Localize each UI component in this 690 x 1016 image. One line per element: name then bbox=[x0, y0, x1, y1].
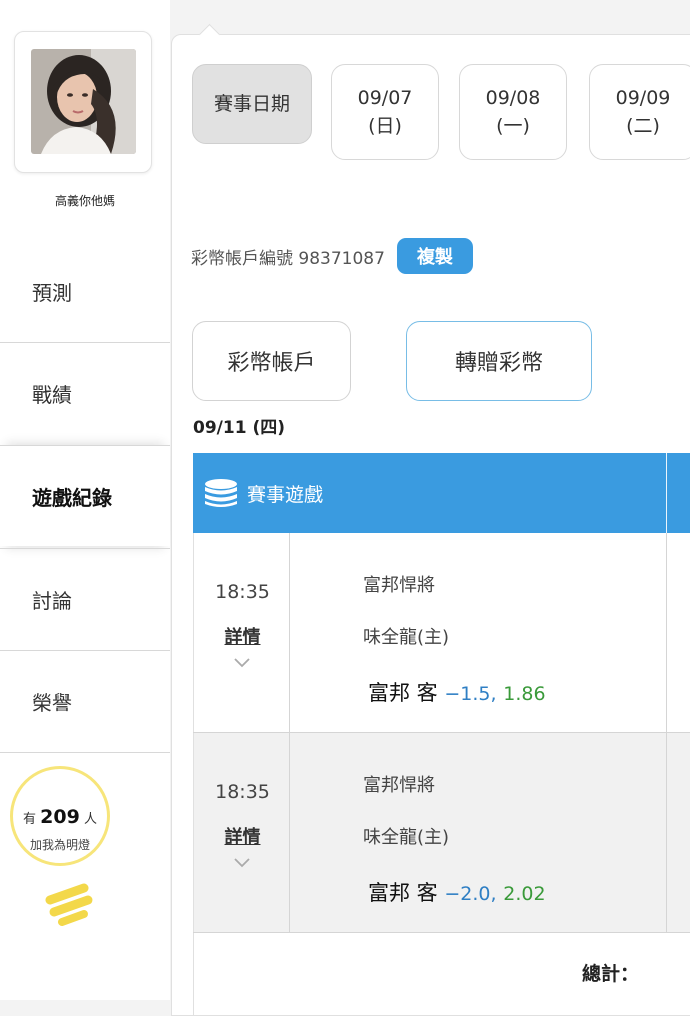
nav-item-honor[interactable]: 榮譽 bbox=[0, 650, 170, 751]
handicap-line: −1.5, bbox=[444, 683, 497, 705]
home-team: 味全龍(主) bbox=[363, 827, 450, 848]
pick-label: 富邦 客 bbox=[368, 681, 438, 705]
chevron-down-icon[interactable] bbox=[233, 857, 251, 869]
sidebar: 高義你他媽 預測 戰績 遊戲紀錄 討論 榮譽 有 209 人 加我為明燈 bbox=[0, 0, 170, 1000]
table-header: 賽事遊戲 bbox=[193, 453, 690, 533]
fans-suffix: 人 bbox=[83, 812, 97, 827]
date-weekday: (日) bbox=[368, 115, 402, 137]
date-weekday: (二) bbox=[626, 115, 660, 137]
day-label: 09/11 (四) bbox=[193, 418, 285, 438]
fans-number: 209 bbox=[40, 806, 80, 828]
date-weekday: (一) bbox=[496, 115, 530, 137]
odds-value: 1.86 bbox=[503, 683, 546, 705]
copy-button[interactable]: 複製 bbox=[396, 238, 473, 274]
away-team: 富邦悍將 bbox=[363, 575, 435, 596]
main-panel: 賽事日期 09/07 (日) 09/08 (一) 09/09 (二) 彩幣帳戶編… bbox=[171, 23, 690, 1016]
table-header-label: 賽事遊戲 bbox=[247, 483, 324, 506]
total-label: 總計： bbox=[582, 963, 640, 985]
profile-photo-icon bbox=[31, 49, 136, 154]
total-row: 總計： bbox=[193, 933, 690, 1015]
date-value: 09/09 bbox=[615, 87, 671, 109]
game-time: 18:35 bbox=[215, 581, 270, 603]
tab-coin-account[interactable]: 彩幣帳戶 bbox=[192, 321, 351, 401]
avatar[interactable] bbox=[31, 49, 136, 154]
time-cell: 18:35 詳情 bbox=[193, 533, 290, 732]
lightbulb-base-icon bbox=[45, 883, 93, 926]
follow-widget[interactable]: 有 209 人 加我為明燈 bbox=[0, 760, 170, 940]
coins-stack-icon bbox=[205, 479, 237, 507]
handicap-line: −2.0, bbox=[444, 883, 497, 905]
nav-item-record[interactable]: 戰績 bbox=[0, 342, 170, 443]
nav-item-predict[interactable]: 預測 bbox=[0, 241, 170, 342]
bet-pick: 富邦 客 −2.0, 2.02 bbox=[368, 877, 546, 907]
date-value: 09/08 bbox=[485, 87, 541, 109]
date-option-0908[interactable]: 09/08 (一) bbox=[459, 64, 567, 160]
date-value: 09/07 bbox=[357, 87, 413, 109]
column-divider bbox=[666, 533, 667, 732]
table-row: 18:35 詳情 富邦悍將 味全龍(主) 富邦 客 −1.5, 1.86 bbox=[193, 533, 690, 733]
game-time: 18:35 bbox=[215, 781, 270, 803]
nav-divider bbox=[0, 752, 170, 753]
column-divider bbox=[666, 733, 667, 932]
table-row: 18:35 詳情 富邦悍將 味全龍(主) 富邦 客 −2.0, 2.02 bbox=[193, 733, 690, 933]
date-option-0907[interactable]: 09/07 (日) bbox=[331, 64, 439, 160]
nav-item-discuss[interactable]: 討論 bbox=[0, 548, 170, 649]
tab-transfer-coins[interactable]: 轉贈彩幣 bbox=[406, 321, 592, 401]
details-link[interactable]: 詳情 bbox=[194, 823, 291, 849]
account-number-row: 彩幣帳戶編號 98371087 複製 bbox=[191, 238, 473, 274]
fans-prefix: 有 bbox=[23, 812, 37, 827]
account-number: 彩幣帳戶編號 98371087 bbox=[191, 248, 385, 269]
date-filter-label-text: 賽事日期 bbox=[213, 93, 290, 115]
time-cell: 18:35 詳情 bbox=[193, 733, 290, 932]
nav-item-game-log[interactable]: 遊戲紀錄 bbox=[0, 445, 170, 546]
chevron-down-icon[interactable] bbox=[233, 657, 251, 669]
bet-pick: 富邦 客 −1.5, 1.86 bbox=[368, 677, 546, 707]
away-team: 富邦悍將 bbox=[363, 775, 435, 796]
header-divider bbox=[666, 453, 667, 533]
pick-label: 富邦 客 bbox=[368, 881, 438, 905]
date-filter-label: 賽事日期 bbox=[192, 64, 312, 144]
date-option-0909[interactable]: 09/09 (二) bbox=[589, 64, 690, 160]
home-team: 味全龍(主) bbox=[363, 627, 450, 648]
avatar-card[interactable] bbox=[14, 31, 152, 173]
username[interactable]: 高義你他媽 bbox=[0, 192, 170, 209]
details-link[interactable]: 詳情 bbox=[194, 623, 291, 649]
odds-value: 2.02 bbox=[503, 883, 546, 905]
fans-count: 有 209 人 bbox=[0, 806, 120, 828]
panel-pointer bbox=[198, 23, 221, 46]
